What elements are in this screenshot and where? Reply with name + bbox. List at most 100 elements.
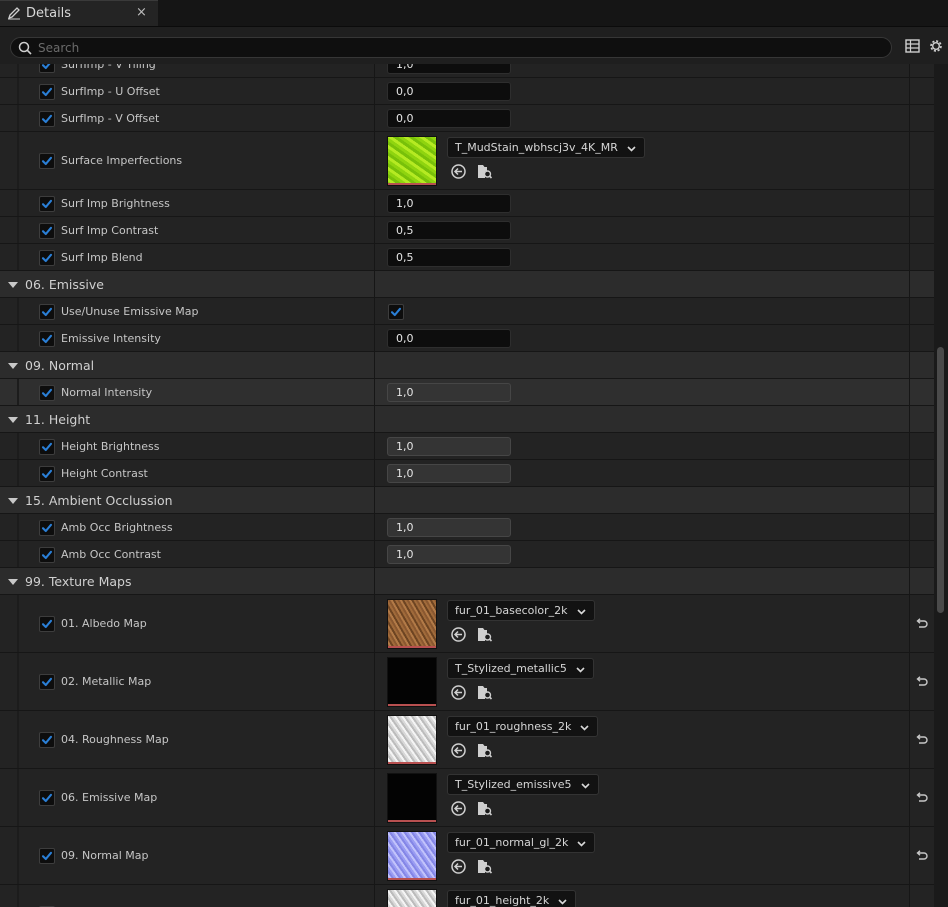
- override-checkbox[interactable]: [39, 64, 55, 73]
- column-divider: [374, 298, 375, 324]
- asset-picker-dropdown[interactable]: fur_01_roughness_2k: [447, 716, 599, 737]
- browse-asset-icon[interactable]: [476, 800, 493, 820]
- asset-name: fur_01_normal_gl_2k: [455, 836, 569, 849]
- property-row: Surf Imp Blend 0,5: [0, 244, 934, 271]
- column-divider: [909, 64, 910, 77]
- column-divider: [909, 433, 910, 459]
- texture-thumbnail[interactable]: [387, 136, 437, 186]
- asset-picker-dropdown[interactable]: T_MudStain_wbhscj3v_4K_MR: [447, 137, 645, 158]
- category-99-texture-maps[interactable]: 99. Texture Maps: [0, 568, 934, 595]
- value-input[interactable]: 0,5: [387, 248, 511, 267]
- reset-to-default-icon[interactable]: [915, 618, 929, 633]
- override-checkbox[interactable]: [39, 385, 55, 401]
- property-label: Surface Imperfections: [61, 154, 183, 167]
- browse-asset-icon[interactable]: [476, 858, 493, 878]
- category-06-emissive[interactable]: 06. Emissive: [0, 271, 934, 298]
- value-input[interactable]: 0,0: [387, 329, 511, 348]
- column-divider: [909, 885, 910, 907]
- value-input[interactable]: 1,0: [387, 64, 511, 74]
- texture-thumbnail[interactable]: [387, 599, 437, 649]
- column-divider: [374, 487, 375, 513]
- asset-picker-dropdown[interactable]: fur_01_basecolor_2k: [447, 600, 595, 621]
- override-checkbox[interactable]: [39, 547, 55, 563]
- value-input[interactable]: 1,0: [387, 464, 511, 483]
- browse-asset-icon[interactable]: [476, 626, 493, 646]
- chevron-down-icon[interactable]: [8, 363, 18, 369]
- value-input[interactable]: 0,5: [387, 221, 511, 240]
- category-label: 15. Ambient Occlussion: [25, 493, 173, 508]
- value-input[interactable]: 0,0: [387, 82, 511, 101]
- asset-picker-dropdown[interactable]: T_Stylized_emissive5: [447, 774, 599, 795]
- property-label: Amb Occ Contrast: [61, 548, 161, 561]
- column-divider: [909, 595, 910, 652]
- row-gutter: [0, 885, 19, 907]
- reset-to-default-icon[interactable]: [915, 676, 929, 691]
- property-label: SurfImp - U Offset: [61, 85, 160, 98]
- browse-asset-icon[interactable]: [476, 684, 493, 704]
- use-selected-asset-icon[interactable]: [450, 163, 467, 183]
- category-09-normal[interactable]: 09. Normal: [0, 352, 934, 379]
- table-view-icon[interactable]: [905, 39, 920, 56]
- value-input[interactable]: 1,0: [387, 518, 511, 537]
- asset-picker-dropdown[interactable]: fur_01_height_2k: [447, 890, 577, 907]
- value-input[interactable]: 0,0: [387, 109, 511, 128]
- texture-thumbnail[interactable]: [387, 831, 437, 881]
- override-checkbox[interactable]: [39, 84, 55, 100]
- override-checkbox[interactable]: [39, 616, 55, 632]
- column-divider: [374, 595, 375, 652]
- use-selected-asset-icon[interactable]: [450, 626, 467, 646]
- column-divider: [909, 514, 910, 540]
- override-checkbox[interactable]: [39, 439, 55, 455]
- reset-to-default-icon[interactable]: [915, 792, 929, 807]
- column-divider: [909, 487, 910, 513]
- use-selected-asset-icon[interactable]: [450, 858, 467, 878]
- override-checkbox[interactable]: [39, 466, 55, 482]
- column-divider: [909, 298, 910, 324]
- value-input[interactable]: 1,0: [387, 194, 511, 213]
- value-input[interactable]: 1,0: [387, 383, 511, 402]
- category-11-height[interactable]: 11. Height: [0, 406, 934, 433]
- browse-asset-icon[interactable]: [476, 742, 493, 762]
- scrollbar-thumb[interactable]: [937, 347, 944, 613]
- override-checkbox[interactable]: [39, 153, 55, 169]
- override-checkbox[interactable]: [39, 674, 55, 690]
- value-input[interactable]: 1,0: [387, 437, 511, 456]
- column-divider: [909, 352, 910, 378]
- category-15-ambient-occlussion[interactable]: 15. Ambient Occlussion: [0, 487, 934, 514]
- use-selected-asset-icon[interactable]: [450, 800, 467, 820]
- override-checkbox[interactable]: [39, 111, 55, 127]
- asset-picker-dropdown[interactable]: fur_01_normal_gl_2k: [447, 832, 596, 853]
- texture-thumbnail[interactable]: [387, 889, 437, 907]
- override-checkbox[interactable]: [39, 331, 55, 347]
- override-checkbox[interactable]: [39, 520, 55, 536]
- asset-picker-dropdown[interactable]: T_Stylized_metallic5: [447, 658, 594, 679]
- reset-to-default-icon[interactable]: [915, 850, 929, 865]
- value-input[interactable]: 1,0: [387, 545, 511, 564]
- chevron-down-icon[interactable]: [8, 417, 18, 423]
- override-checkbox[interactable]: [39, 304, 55, 320]
- row-gutter: [0, 217, 19, 243]
- search-input[interactable]: [38, 38, 878, 57]
- browse-asset-icon[interactable]: [476, 163, 493, 183]
- chevron-down-icon[interactable]: [8, 282, 18, 288]
- close-tab-button[interactable]: ×: [136, 5, 147, 20]
- use-selected-asset-icon[interactable]: [450, 684, 467, 704]
- use-selected-asset-icon[interactable]: [450, 742, 467, 762]
- chevron-down-icon[interactable]: [8, 498, 18, 504]
- override-checkbox[interactable]: [39, 196, 55, 212]
- category-label: 99. Texture Maps: [25, 574, 132, 589]
- reset-to-default-icon[interactable]: [915, 734, 929, 749]
- property-label: Emissive Intensity: [61, 332, 161, 345]
- gear-icon[interactable]: [928, 38, 944, 57]
- texture-thumbnail[interactable]: [387, 657, 437, 707]
- value-checkbox[interactable]: [388, 304, 404, 320]
- override-checkbox[interactable]: [39, 790, 55, 806]
- texture-thumbnail[interactable]: [387, 773, 437, 823]
- override-checkbox[interactable]: [39, 848, 55, 864]
- override-checkbox[interactable]: [39, 223, 55, 239]
- override-checkbox[interactable]: [39, 732, 55, 748]
- chevron-down-icon[interactable]: [8, 579, 18, 585]
- override-checkbox[interactable]: [39, 250, 55, 266]
- texture-thumbnail[interactable]: [387, 715, 437, 765]
- details-tab[interactable]: Details ×: [0, 0, 158, 26]
